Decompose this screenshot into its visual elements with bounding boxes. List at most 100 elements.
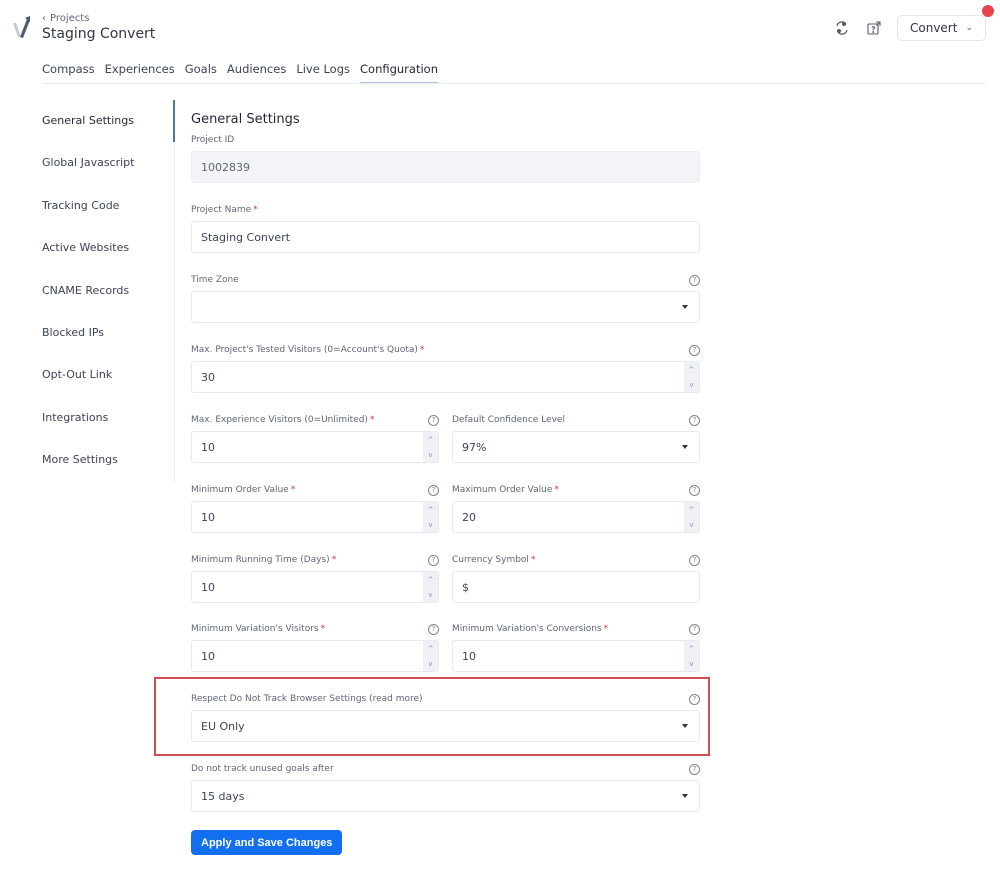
help-icon[interactable]: ? xyxy=(428,554,439,566)
increment-icon[interactable]: ^ xyxy=(428,576,434,584)
confidence-level-select[interactable]: 97% xyxy=(452,431,700,463)
project-id-label: Project ID xyxy=(191,135,235,145)
do-not-track-value: EU Only xyxy=(201,719,245,733)
help-external-icon xyxy=(867,21,881,35)
help-icon[interactable]: ? xyxy=(689,344,700,356)
decrement-icon[interactable]: v xyxy=(689,381,693,389)
tab-experiences[interactable]: Experiences xyxy=(105,62,175,84)
sidebar-divider xyxy=(174,100,175,482)
tab-compass[interactable]: Compass xyxy=(42,62,95,84)
chevron-down-icon: ⌄ xyxy=(965,23,973,33)
sidebar-item-general-settings[interactable]: General Settings xyxy=(42,114,172,156)
number-stepper[interactable]: ^ v xyxy=(423,502,438,532)
decrement-icon[interactable]: v xyxy=(428,451,432,459)
tab-audiences[interactable]: Audiences xyxy=(227,62,286,84)
min-running-time-field: Minimum Running Time (Days) *? 10 ^ v xyxy=(191,553,439,603)
currency-symbol-value: $ xyxy=(462,580,469,594)
decrement-icon[interactable]: v xyxy=(689,521,693,529)
min-variation-visitors-value: 10 xyxy=(201,649,215,663)
min-running-time-label: Minimum Running Time (Days) * xyxy=(191,555,337,565)
increment-icon[interactable]: ^ xyxy=(689,366,695,374)
number-stepper[interactable]: ^ v xyxy=(684,502,699,532)
min-order-value-input[interactable]: 10 ^ v xyxy=(191,501,439,533)
help-icon[interactable]: ? xyxy=(689,484,700,496)
help-icon[interactable]: ? xyxy=(689,763,700,775)
currency-symbol-input[interactable]: $ xyxy=(452,571,700,603)
time-zone-label: Time Zone xyxy=(191,275,239,285)
tabs-divider xyxy=(42,83,986,84)
help-icon[interactable]: ? xyxy=(428,623,439,635)
max-project-visitors-input[interactable]: 30 ^ v xyxy=(191,361,700,393)
number-stepper[interactable]: ^ v xyxy=(423,572,438,602)
project-tabs: Compass Experiences Goals Audiences Live… xyxy=(42,62,438,84)
max-order-value-label: Maximum Order Value * xyxy=(452,485,559,495)
help-external-button[interactable] xyxy=(865,19,883,37)
max-order-value-value: 20 xyxy=(462,510,476,524)
help-icon[interactable]: ? xyxy=(689,623,700,635)
decrement-icon[interactable]: v xyxy=(428,660,432,668)
min-running-time-input[interactable]: 10 ^ v xyxy=(191,571,439,603)
sidebar-item-opt-out-link[interactable]: Opt-Out Link xyxy=(42,368,172,410)
back-link-label: Projects xyxy=(50,13,90,24)
increment-icon[interactable]: ^ xyxy=(428,506,434,514)
increment-icon[interactable]: ^ xyxy=(428,436,434,444)
switch-user-button[interactable] xyxy=(833,19,851,37)
number-stepper[interactable]: ^ v xyxy=(423,641,438,671)
apply-save-button[interactable]: Apply and Save Changes xyxy=(191,830,343,855)
sidebar-active-indicator xyxy=(173,100,175,142)
sidebar-item-global-javascript[interactable]: Global Javascript xyxy=(42,156,172,198)
increment-icon[interactable]: ^ xyxy=(428,645,434,653)
increment-icon[interactable]: ^ xyxy=(689,645,695,653)
decrement-icon[interactable]: v xyxy=(428,521,432,529)
number-stepper[interactable]: ^ v xyxy=(684,362,699,392)
sidebar-item-cname-records[interactable]: CNAME Records xyxy=(42,284,172,326)
caret-down-icon xyxy=(682,724,688,728)
help-icon[interactable]: ? xyxy=(689,554,700,566)
max-experience-visitors-label: Max. Experience Visitors (0=Unlimited) * xyxy=(191,415,375,425)
chevron-left-icon: ‹ xyxy=(42,13,46,24)
decrement-icon[interactable]: v xyxy=(428,591,432,599)
project-name-value: Staging Convert xyxy=(201,230,291,244)
sidebar-item-more-settings[interactable]: More Settings xyxy=(42,453,172,495)
min-variation-conversions-input[interactable]: 10 ^ v xyxy=(452,640,700,672)
sidebar-item-tracking-code[interactable]: Tracking Code xyxy=(42,199,172,241)
account-menu-button[interactable]: Convert ⌄ xyxy=(897,5,994,41)
help-icon[interactable]: ? xyxy=(428,484,439,496)
unused-goals-select[interactable]: 15 days xyxy=(191,780,700,812)
back-to-projects-link[interactable]: ‹ Projects xyxy=(42,13,89,24)
number-stepper[interactable]: ^ v xyxy=(684,641,699,671)
min-variation-visitors-input[interactable]: 10 ^ v xyxy=(191,640,439,672)
caret-down-icon xyxy=(682,445,688,449)
max-project-visitors-label: Max. Project's Tested Visitors (0=Accoun… xyxy=(191,345,425,355)
unused-goals-field: Do not track unused goals after? 15 days xyxy=(191,762,700,812)
min-variation-conversions-field: Minimum Variation's Conversions *? 10 ^ v xyxy=(452,622,700,672)
increment-icon[interactable]: ^ xyxy=(689,506,695,514)
number-stepper[interactable]: ^ v xyxy=(423,432,438,462)
tab-configuration[interactable]: Configuration xyxy=(360,62,438,84)
do-not-track-label[interactable]: Respect Do Not Track Browser Settings (r… xyxy=(191,694,423,704)
sidebar-item-blocked-ips[interactable]: Blocked IPs xyxy=(42,326,172,368)
project-name-input[interactable]: Staging Convert xyxy=(191,221,700,253)
unused-goals-label: Do not track unused goals after xyxy=(191,764,334,774)
max-order-value-field: Maximum Order Value *? 20 ^ v xyxy=(452,483,700,533)
help-icon[interactable]: ? xyxy=(689,414,700,426)
do-not-track-field: Respect Do Not Track Browser Settings (r… xyxy=(191,692,700,742)
time-zone-select[interactable] xyxy=(191,291,700,323)
sidebar-item-integrations[interactable]: Integrations xyxy=(42,411,172,453)
tab-live-logs[interactable]: Live Logs xyxy=(296,62,350,84)
currency-symbol-field: Currency Symbol *? $ xyxy=(452,553,700,603)
max-experience-visitors-input[interactable]: 10 ^ v xyxy=(191,431,439,463)
sidebar-item-active-websites[interactable]: Active Websites xyxy=(42,241,172,283)
confidence-level-label: Default Confidence Level xyxy=(452,415,565,425)
min-order-value-label: Minimum Order Value * xyxy=(191,485,296,495)
convert-logo-icon[interactable] xyxy=(10,14,32,40)
max-order-value-input[interactable]: 20 ^ v xyxy=(452,501,700,533)
account-menu-label: Convert xyxy=(910,21,958,35)
decrement-icon[interactable]: v xyxy=(689,660,693,668)
do-not-track-select[interactable]: EU Only xyxy=(191,710,700,742)
help-icon[interactable]: ? xyxy=(428,414,439,426)
tab-goals[interactable]: Goals xyxy=(185,62,217,84)
project-title: Staging Convert xyxy=(42,26,156,42)
help-icon[interactable]: ? xyxy=(689,693,700,705)
help-icon[interactable]: ? xyxy=(689,274,700,286)
